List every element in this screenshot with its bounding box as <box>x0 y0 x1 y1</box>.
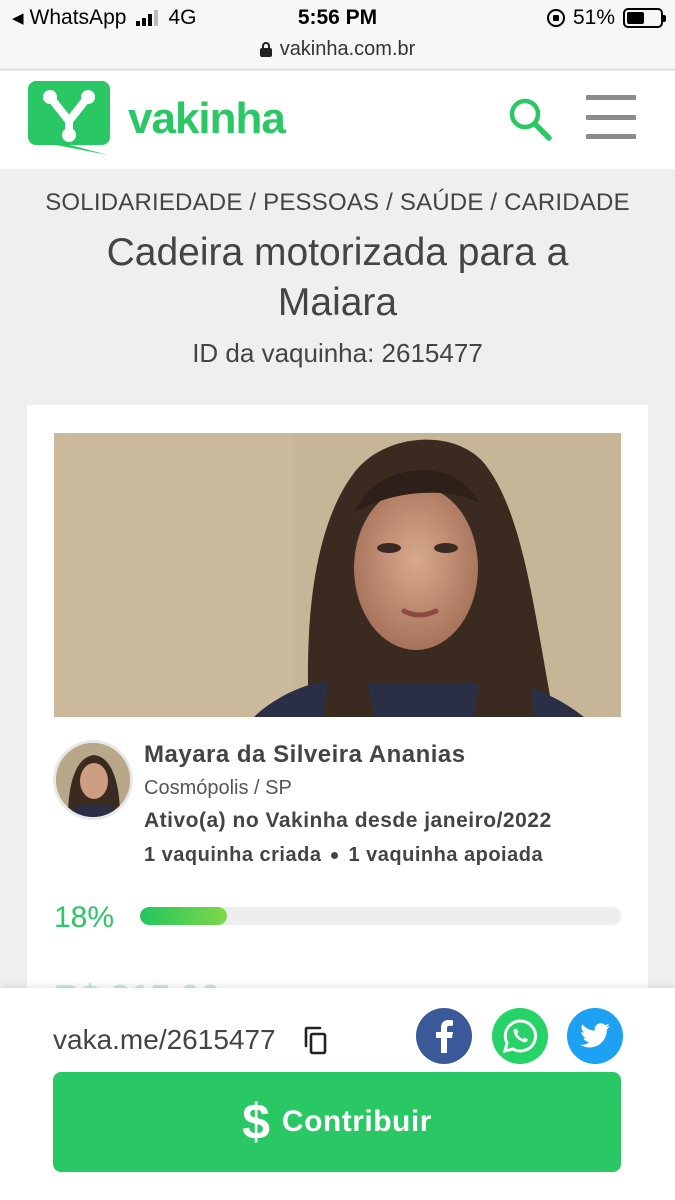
search-icon <box>509 98 552 141</box>
ios-status-bar: ◀ WhatsApp 4G 5:56 PM 51% vakinha.com.br <box>0 0 675 70</box>
facebook-icon <box>436 1020 453 1053</box>
status-right: 51% <box>546 6 666 30</box>
dollar-icon: $ <box>242 1094 270 1150</box>
site-header: vakinha <box>0 71 675 169</box>
whatsapp-icon <box>502 1019 537 1054</box>
contribute-button[interactable]: $ Contribuir <box>53 1072 621 1172</box>
vaquinhas-created: 1 vaquinha criada <box>144 844 322 866</box>
address-bar[interactable]: vakinha.com.br <box>0 38 675 61</box>
progress-bar-fill <box>140 907 227 925</box>
organizer-since: Ativo(a) no Vakinha desde janeiro/2022 <box>144 809 552 832</box>
organizer-name[interactable]: Mayara da Silveira Ananias <box>144 741 466 769</box>
vakinha-logo[interactable]: vakinha <box>26 79 286 159</box>
rotation-lock-icon <box>546 9 565 27</box>
category-breadcrumb[interactable]: SOLIDARIEDADE / PESSOAS / SAÚDE / CARIDA… <box>0 189 675 217</box>
avatar[interactable] <box>53 740 133 820</box>
short-link[interactable]: vaka.me/2615477 <box>53 1024 276 1056</box>
campaign-photo[interactable] <box>54 433 621 717</box>
campaign-card: Mayara da Silveira Ananias Cosmópolis / … <box>27 405 648 1005</box>
share-whatsapp-button[interactable] <box>492 1008 548 1064</box>
campaign-photo-image <box>54 433 621 717</box>
search-button[interactable] <box>506 95 554 143</box>
organizer-stats: 1 vaquinha criada 1 vaquinha apoiada <box>144 844 543 867</box>
campaign-id: ID da vaquinha: 2615477 <box>192 338 483 368</box>
avatar-image <box>56 743 130 817</box>
share-twitter-button[interactable] <box>567 1008 623 1064</box>
progress-percent: 18% <box>54 901 115 934</box>
share-facebook-button[interactable] <box>416 1008 472 1064</box>
share-bar: vaka.me/2615477 $ Contribuir <box>0 988 675 1200</box>
vakinha-logo-icon <box>28 81 110 155</box>
copy-icon[interactable] <box>302 1026 328 1056</box>
vaquinhas-supported: 1 vaquinha apoiada <box>348 844 544 866</box>
battery-icon <box>623 8 666 28</box>
hamburger-menu-icon[interactable] <box>586 95 636 139</box>
twitter-icon <box>580 1023 610 1048</box>
contribute-label: Contribuir <box>281 1105 432 1138</box>
organizer-city: Cosmópolis / SP <box>144 777 292 799</box>
page-title: Cadeira motorizada para a Maiara <box>106 231 569 324</box>
progress-bar <box>140 907 621 925</box>
logo-text: vakinha <box>128 94 286 143</box>
separator-dot <box>331 852 339 859</box>
battery-percent: 51% <box>572 6 615 29</box>
padlock-icon <box>259 42 272 57</box>
url-text[interactable]: vakinha.com.br <box>280 38 416 61</box>
